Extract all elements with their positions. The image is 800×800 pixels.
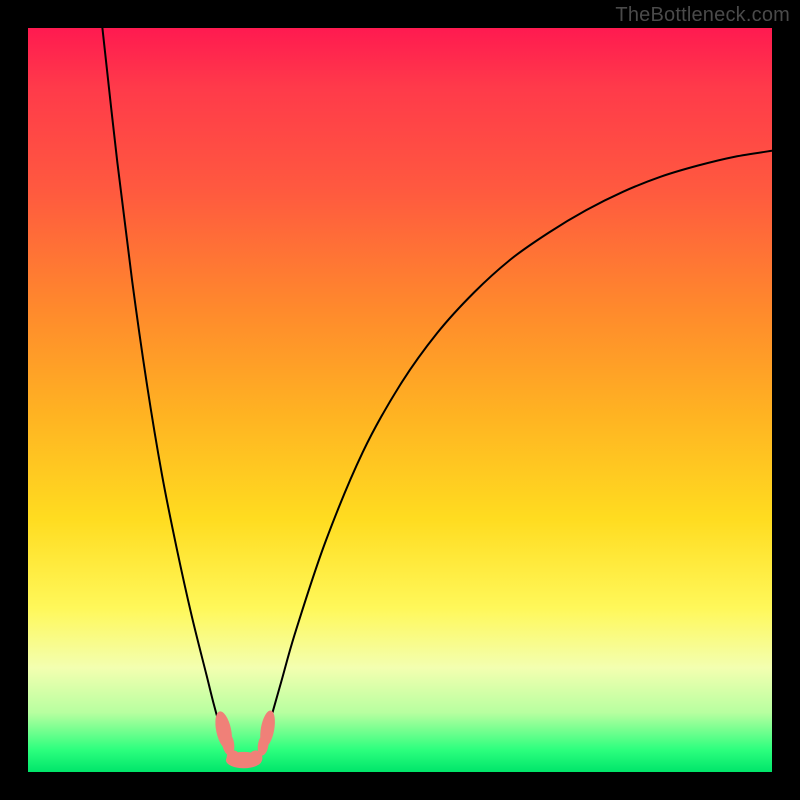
watermark-text: TheBottleneck.com bbox=[615, 4, 790, 27]
curve-layer bbox=[28, 28, 772, 772]
plot-area bbox=[28, 28, 772, 772]
valley-marker bbox=[249, 750, 262, 765]
bottleneck-curve bbox=[102, 28, 772, 759]
chart-frame: TheBottleneck.com bbox=[0, 0, 800, 800]
valley-marker bbox=[227, 750, 240, 765]
